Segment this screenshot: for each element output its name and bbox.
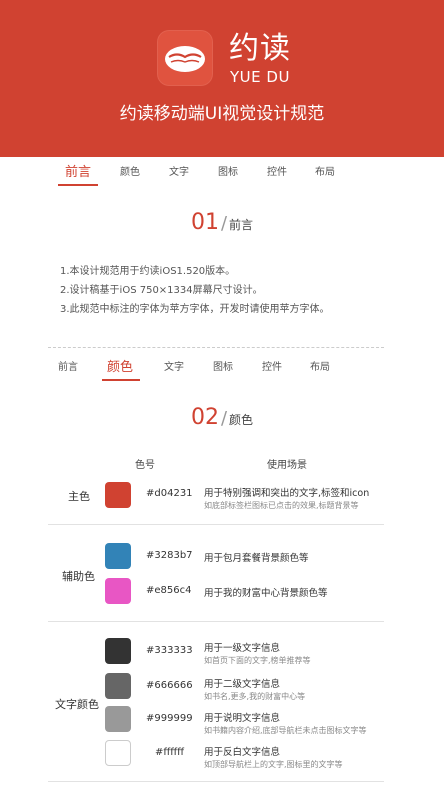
tab-text[interactable]: 文字 [164, 358, 184, 378]
tab-layout[interactable]: 布局 [315, 163, 335, 183]
color-hex: #d04231 [146, 488, 193, 499]
tab-text[interactable]: 文字 [169, 163, 189, 183]
section-name: 颜色 [229, 413, 254, 427]
color-usage-note: 如首页下面的文字,榜单推荐等 [204, 656, 311, 665]
color-usage: 用于我的财富中心背景颜色等 [204, 588, 328, 599]
header-banner: 约读 YUE DU 约读移动端UI视觉设计规范 [0, 0, 444, 157]
tab-bar-2: 前言 颜色 文字 图标 控件 布局 [0, 358, 444, 388]
color-swatch [105, 543, 131, 569]
tab-control[interactable]: 控件 [267, 163, 287, 183]
tab-layout[interactable]: 布局 [310, 358, 330, 378]
color-hex: #666666 [146, 680, 193, 691]
group-label-text-colors: 文字颜色 [55, 698, 99, 711]
color-hex: #e856c4 [146, 585, 192, 596]
color-usage: 用于反白文字信息 [204, 747, 281, 758]
color-hex: #ffffff [155, 747, 185, 758]
color-swatch [105, 578, 131, 604]
group-label-primary: 主色 [68, 490, 90, 503]
color-usage-note: 如书名,更多,我的财富中心等 [204, 692, 306, 701]
tab-color[interactable]: 颜色 [107, 358, 133, 378]
tab-preface[interactable]: 前言 [65, 163, 91, 183]
tab-color[interactable]: 颜色 [120, 163, 140, 183]
color-usage: 用于包月套餐背景颜色等 [204, 553, 309, 564]
book-icon [165, 46, 205, 72]
section-divider [48, 347, 384, 348]
color-swatch [105, 638, 131, 664]
color-usage: 用于二级文字信息 [204, 679, 281, 690]
preface-line: 3.此规范中标注的字体为苹方字体，开发时请使用苹方字体。 [60, 304, 330, 315]
color-hex: #999999 [146, 713, 193, 724]
color-swatch [105, 706, 131, 732]
preface-text: 1.本设计规范用于约读iOS1.520版本。 2.设计稿基于iOS 750×13… [60, 262, 330, 319]
color-hex: #3283b7 [146, 550, 193, 561]
section-slash: / [220, 408, 228, 429]
color-usage: 用于一级文字信息 [204, 643, 281, 654]
page-title: 约读移动端UI视觉设计规范 [119, 104, 325, 124]
logo-title: 约读 [229, 31, 291, 66]
column-header-usage: 使用场景 [267, 460, 307, 471]
color-hex: #333333 [146, 645, 193, 656]
color-swatch [105, 740, 131, 766]
preface-line: 2.设计稿基于iOS 750×1334屏幕尺寸设计。 [60, 285, 263, 296]
section-number: 01 [190, 210, 219, 235]
color-usage-note: 如底部标签栏图标已点击的效果,标题背景等 [204, 501, 359, 510]
logo-subtitle: YUE DU [230, 68, 290, 86]
group-label-secondary: 辅助色 [62, 570, 95, 583]
tab-preface[interactable]: 前言 [58, 358, 78, 378]
color-swatch [105, 673, 131, 699]
section-heading-color: 02/颜色 [0, 405, 444, 430]
section-name: 前言 [229, 218, 254, 232]
tab-control[interactable]: 控件 [262, 358, 282, 378]
group-divider [48, 621, 384, 622]
tab-icon[interactable]: 图标 [218, 163, 238, 183]
tab-icon[interactable]: 图标 [213, 358, 233, 378]
color-usage: 用于说明文字信息 [204, 713, 281, 724]
section-heading-preface: 01/前言 [0, 210, 444, 235]
color-usage: 用于特别强调和突出的文字,标签和icon [204, 488, 370, 499]
preface-line: 1.本设计规范用于约读iOS1.520版本。 [60, 266, 236, 277]
app-logo [157, 30, 213, 86]
color-usage-note: 如书籍内容介绍,底部导航栏未点击图标文字等 [204, 726, 367, 735]
section-number: 02 [190, 405, 219, 430]
group-divider [48, 781, 384, 782]
color-swatch [105, 482, 131, 508]
color-usage-note: 如顶部导航栏上的文字,图标里的文字等 [204, 760, 343, 769]
column-header-color-code: 色号 [135, 460, 155, 471]
active-tab-indicator [58, 184, 98, 186]
tab-bar-1: 前言 颜色 文字 图标 控件 布局 [0, 163, 444, 193]
section-slash: / [220, 213, 228, 234]
active-tab-indicator [102, 379, 140, 381]
group-divider [48, 524, 384, 525]
